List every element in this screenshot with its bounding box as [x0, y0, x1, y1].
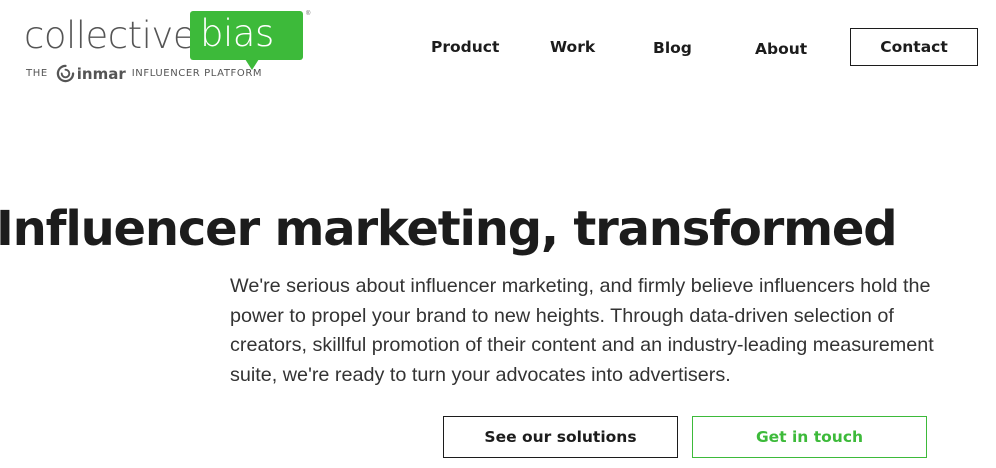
get-in-touch-button[interactable]: Get in touch	[692, 416, 927, 458]
contact-button[interactable]: Contact	[850, 28, 978, 66]
nav-item-work[interactable]: Work	[550, 38, 595, 56]
collective-bias-logo[interactable]: collective bias ® THE inmar INFLUENCER P…	[24, 8, 310, 84]
logo-wordmark-collective: collective	[24, 14, 196, 57]
hero-title: Influencer marketing, transformed	[0, 201, 898, 257]
see-our-solutions-button[interactable]: See our solutions	[443, 416, 678, 458]
tagline-influencer-platform: INFLUENCER PLATFORM	[131, 68, 263, 79]
inmar-logo-icon	[56, 64, 74, 83]
registered-mark: ®	[306, 11, 311, 17]
logo-speech-bubble: bias	[190, 11, 303, 70]
nav-item-product[interactable]: Product	[431, 38, 499, 56]
nav-item-blog[interactable]: Blog	[653, 39, 692, 57]
hero-description: We're serious about influencer marketing…	[230, 275, 934, 386]
logo-wordmark-bias: bias	[200, 12, 274, 55]
tagline-the: THE	[26, 68, 48, 79]
logo-tagline: THE inmar INFLUENCER PLATFORM	[26, 64, 262, 83]
nav-item-about[interactable]: About	[755, 40, 807, 58]
tagline-inmar: inmar	[76, 64, 126, 83]
